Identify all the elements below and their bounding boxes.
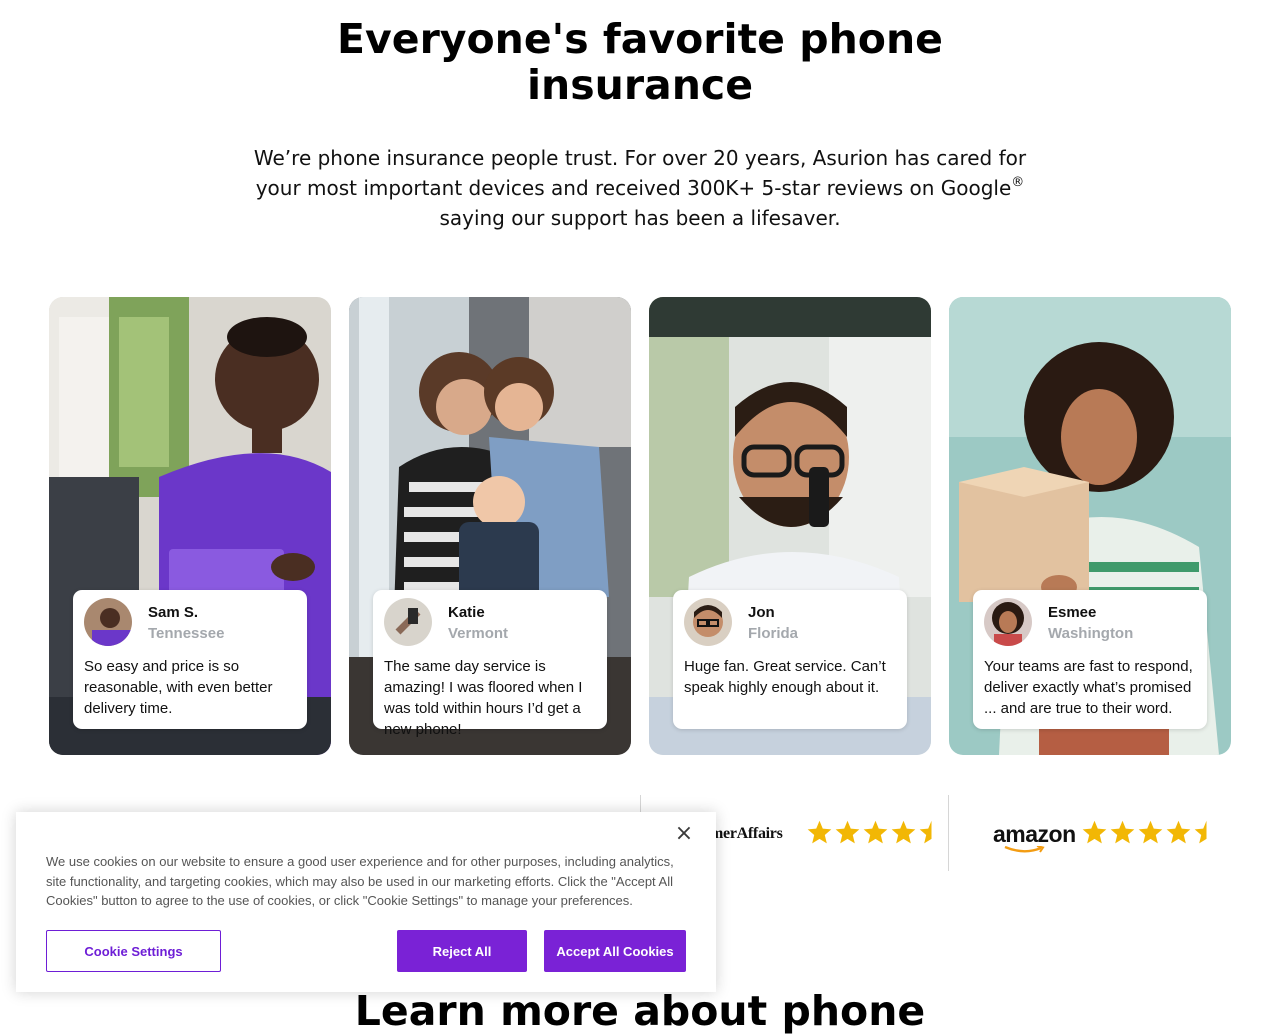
- reviewer-name: Esmee: [1048, 604, 1097, 621]
- divider: [948, 795, 949, 871]
- consumer-affairs-star-rating: [806, 819, 934, 847]
- star-icon: [1194, 820, 1207, 844]
- reviewer-location: Vermont: [448, 625, 509, 642]
- star-icon: [1166, 820, 1191, 844]
- cookie-banner-text: We use cookies on our website to ensure …: [46, 854, 674, 908]
- reviewer-name: Katie: [448, 604, 485, 621]
- amazon-star-rating: [1081, 819, 1207, 847]
- hero-title-line2: insurance: [526, 61, 754, 109]
- star-icon: [863, 820, 888, 844]
- star-icon: [1138, 820, 1163, 844]
- star-icon: [919, 820, 932, 844]
- close-icon[interactable]: ×: [673, 822, 695, 846]
- review-text: The same day service is amazing! I was f…: [384, 658, 583, 738]
- star-icon: [891, 820, 916, 844]
- review-card-sam: Sam S. Tennessee So easy and price is so…: [49, 297, 331, 755]
- star-icon: [1110, 820, 1135, 844]
- amazon-logo: amazon: [993, 821, 1076, 847]
- learn-more-title: Learn more about phone: [354, 987, 926, 1035]
- avatar: [384, 598, 432, 646]
- registered-mark: ®: [1011, 175, 1025, 190]
- hero-subtitle-end: saying our support has been a lifesaver.: [439, 206, 841, 230]
- cookie-banner: × We use cookies on our website to ensur…: [16, 812, 716, 992]
- avatar: [984, 598, 1032, 646]
- star-icon: [835, 820, 860, 844]
- review-card-katie: Katie Vermont The same day service is am…: [349, 297, 631, 755]
- hero-subtitle-main: We’re phone insurance people trust. For …: [253, 146, 1027, 200]
- review-text: Your teams are fast to respond, deliver …: [984, 658, 1193, 717]
- consumer-affairs-logo: merAffairs: [710, 825, 783, 842]
- reject-all-button[interactable]: Reject All: [397, 930, 527, 972]
- review-text: Huge fan. Great service. Can’t speak hig…: [684, 658, 886, 696]
- hero-subtitle: We’re phone insurance people trust. For …: [240, 143, 1040, 233]
- review-card-esmee: Esmee Washington Your teams are fast to …: [949, 297, 1231, 755]
- accept-all-cookies-button[interactable]: Accept All Cookies: [544, 930, 686, 972]
- reviewer-location: Florida: [748, 625, 799, 642]
- amazon-smile-icon: [1004, 846, 1045, 853]
- cookie-settings-button[interactable]: Cookie Settings: [46, 930, 221, 972]
- avatar: [684, 598, 732, 646]
- star-icon: [1082, 820, 1107, 844]
- reviewer-name: Sam S.: [148, 604, 199, 621]
- review-text: So easy and price is so reasonable, with…: [84, 658, 273, 717]
- review-bubble: Sam S. Tennessee So easy and price is so…: [73, 590, 307, 729]
- hero-title-line1: Everyone's favorite phone: [337, 15, 943, 63]
- reviewer-location: Tennessee: [148, 625, 225, 642]
- review-card-jon: Jon Florida Huge fan. Great service. Can…: [649, 297, 931, 755]
- reviewer-name: Jon: [748, 604, 775, 621]
- review-bubble: Jon Florida Huge fan. Great service. Can…: [673, 590, 907, 729]
- review-bubble: Esmee Washington Your teams are fast to …: [973, 590, 1207, 729]
- star-icon: [807, 820, 832, 844]
- avatar: [84, 598, 132, 646]
- review-bubble: Katie Vermont The same day service is am…: [373, 590, 607, 738]
- reviewer-location: Washington: [1048, 625, 1134, 642]
- hero-title: Everyone's favorite phone insurance: [0, 16, 1280, 108]
